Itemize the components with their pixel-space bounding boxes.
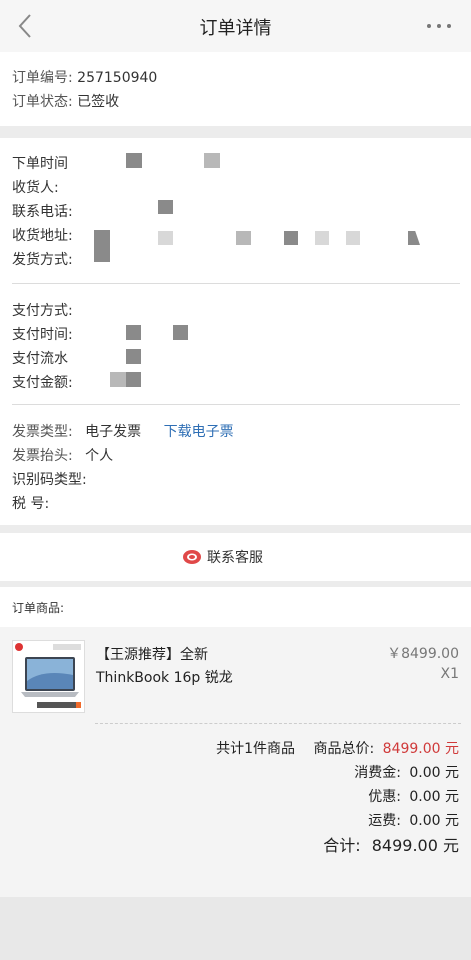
receiver-label: 收货人: (12, 180, 59, 196)
order-items-label: 订单商品: (12, 601, 65, 615)
redacted-block (110, 372, 126, 387)
consume-row: 消费金: 0.00 元 (354, 762, 459, 782)
address-label: 收货地址: (12, 228, 73, 244)
discount-row: 优惠: 0.00 元 (368, 786, 459, 806)
order-time-label: 下单时间 (12, 156, 68, 172)
phone-label: 联系电话: (12, 204, 73, 220)
order-number-value: 257150940 (77, 70, 158, 86)
invoice-type-row: 发票类型: 电子发票 下载电子票 (12, 421, 234, 441)
redacted-block (315, 231, 329, 245)
redacted-block (408, 231, 420, 245)
ship-method-label: 发货方式: (12, 252, 73, 268)
goods-total-value: 8499.00 元 (382, 741, 459, 757)
redacted-block (158, 231, 173, 245)
grand-total-row: 合计: 8499.00 元 (323, 832, 459, 856)
product-name-line1[interactable]: 【王源推荐】全新 (96, 644, 208, 664)
bottom-spacer (0, 897, 471, 960)
more-options-icon[interactable] (425, 16, 453, 36)
redacted-block (126, 349, 141, 364)
redacted-block (158, 200, 173, 214)
divider (12, 283, 460, 284)
pay-method-label: 支付方式: (12, 303, 73, 319)
invoice-type-label: 发票类型: (12, 424, 73, 440)
shipping-fee-row: 运费: 0.00 元 (368, 810, 459, 830)
product-thumbnail[interactable] (12, 640, 85, 713)
shipping-fee-value: 0.00 元 (409, 813, 459, 829)
redacted-block (204, 153, 220, 168)
discount-value: 0.00 元 (409, 789, 459, 805)
laptop-image-icon (15, 643, 81, 708)
id-type-label: 识别码类型: (12, 472, 87, 488)
invoice-type-value: 电子发票 (85, 424, 142, 440)
order-details-card: 下单时间 收货人: 联系电话: 收货地址: 发货方式: 支付方式: 支付时间: … (0, 138, 471, 525)
goods-total-row: 共计1件商品 商品总价: 8499.00 元 (216, 738, 459, 758)
item-count: 共计1件商品 (216, 741, 296, 757)
goods-total-label: 商品总价: (313, 741, 375, 757)
invoice-title-row: 发票抬头: 个人 (12, 445, 113, 465)
redacted-block (126, 372, 141, 387)
contact-service-bar: 联系客服 (0, 533, 471, 581)
consume-label: 消费金: (354, 765, 401, 781)
pay-serial-label: 支付流水 (12, 351, 68, 367)
product-price: ￥8499.00 (387, 646, 459, 662)
grand-total-value: 8499.00 元 (371, 836, 459, 855)
invoice-title-value: 个人 (85, 448, 114, 464)
tax-number-label: 税 号: (12, 496, 50, 512)
order-status-row: 订单状态: 已签收 (12, 91, 119, 111)
order-info-card: 订单编号: 257150940 订单状态: 已签收 (0, 52, 471, 126)
redacted-block (284, 231, 298, 245)
pay-amount-label: 支付金额: (12, 375, 73, 391)
redacted-block (126, 153, 142, 168)
redacted-block (346, 231, 360, 245)
divider (95, 723, 461, 724)
redacted-block (94, 230, 110, 262)
top-bar: 订单详情 (0, 0, 471, 52)
order-status-label: 订单状态: (12, 94, 73, 110)
product-name-line2[interactable]: ThinkBook 16p 锐龙 (96, 667, 233, 687)
contact-service-label: 联系客服 (207, 550, 263, 566)
redacted-block (126, 325, 141, 340)
product-quantity: X1 (440, 666, 460, 682)
download-invoice-link[interactable]: 下载电子票 (164, 424, 234, 440)
shipping-fee-label: 运费: (368, 813, 401, 829)
divider (12, 404, 460, 405)
order-items-header: 订单商品: (0, 587, 471, 627)
invoice-title-label: 发票抬头: (12, 448, 73, 464)
order-number-row: 订单编号: 257150940 (12, 67, 157, 87)
order-number-label: 订单编号: (12, 70, 73, 86)
contact-service-button[interactable]: 联系客服 (183, 547, 263, 567)
grand-total-label: 合计: (323, 836, 361, 855)
headset-icon (183, 550, 201, 564)
product-section: 【王源推荐】全新 ThinkBook 16p 锐龙 ￥8499.00 X1 共计… (0, 627, 471, 897)
order-status-value: 已签收 (77, 94, 120, 110)
consume-value: 0.00 元 (409, 765, 459, 781)
discount-label: 优惠: (368, 789, 401, 805)
page-title: 订单详情 (199, 18, 272, 39)
redacted-block (236, 231, 251, 245)
pay-time-label: 支付时间: (12, 327, 73, 343)
redacted-block (173, 325, 188, 340)
